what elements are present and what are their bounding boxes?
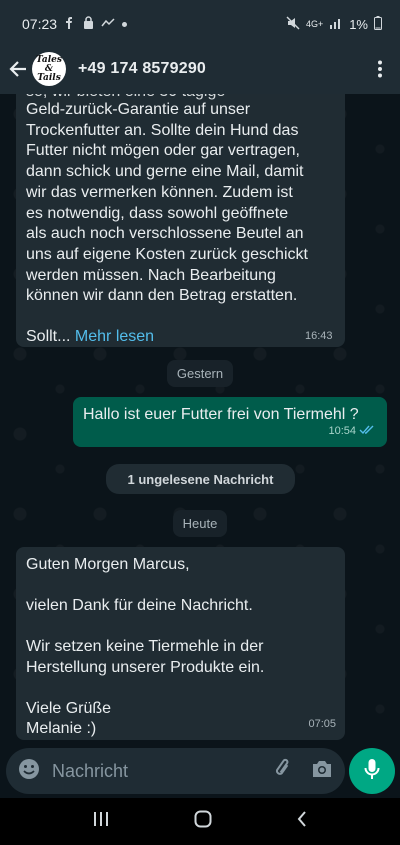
back-icon[interactable] bbox=[297, 811, 307, 832]
message-line: Wir setzen keine Tiermehle in der bbox=[26, 638, 264, 655]
message-time: 10:54 bbox=[328, 425, 356, 437]
battery-level: 1% bbox=[349, 16, 368, 32]
message-line: wir das vermerken können. Zudem ist bbox=[26, 183, 293, 201]
camera-icon[interactable] bbox=[311, 759, 333, 784]
message-line: Viele Grüße bbox=[26, 699, 112, 717]
message-time: 16:43 bbox=[305, 330, 333, 342]
read-receipt-icon bbox=[359, 421, 375, 441]
battery-icon bbox=[374, 15, 382, 33]
date-label: Heute bbox=[182, 516, 218, 531]
message-line: werden müssen. Nach Bearbeitung bbox=[26, 266, 276, 284]
voice-message-button[interactable] bbox=[349, 748, 395, 794]
message-text: Guten Morgen Marcus, vielen Dank für dei… bbox=[26, 555, 264, 740]
date-label: Gestern bbox=[176, 366, 224, 381]
message-text: Hallo ist euer Futter frei von Tiermehl … bbox=[83, 406, 359, 423]
message-input[interactable] bbox=[52, 760, 252, 782]
message-meta: 10:54 bbox=[328, 421, 375, 441]
message-line: Trockenfutter an. Sollte dein Hund das bbox=[26, 121, 299, 139]
message-line: Herstellung unserer Produkte ein. bbox=[26, 658, 265, 676]
status-bar: 07:23 4G+ 1% bbox=[0, 0, 400, 48]
date-divider-yesterday: Gestern bbox=[167, 360, 233, 387]
message-line: vielen Dank für deine Nachricht. bbox=[26, 597, 253, 614]
attach-icon[interactable] bbox=[273, 758, 293, 785]
avatar-logo: Tales & Tails bbox=[36, 54, 62, 83]
message-line: Melanie :) bbox=[26, 720, 97, 737]
emoji-icon[interactable] bbox=[18, 758, 40, 785]
chat-header: Tales & Tails +49 174 8579290 bbox=[0, 44, 400, 94]
message-line: dann schick und gerne eine Mail, damit bbox=[26, 163, 304, 181]
unread-messages-divider: 1 ungelesene Nachricht bbox=[106, 464, 295, 494]
home-icon[interactable] bbox=[194, 810, 212, 833]
recent-apps-icon[interactable] bbox=[93, 811, 109, 832]
message-line: Guten Morgen Marcus, bbox=[26, 556, 190, 573]
message-line: als auch noch verschlossene Beutel an bbox=[26, 225, 304, 243]
signal-icon bbox=[329, 17, 343, 32]
missed-call-icon bbox=[101, 17, 115, 31]
read-more-link[interactable]: Mehr lesen bbox=[75, 328, 154, 345]
dot-icon bbox=[122, 18, 128, 30]
message-line: Futter nicht mögen oder gar vertragen, bbox=[26, 142, 300, 160]
status-time: 07:23 bbox=[22, 16, 58, 32]
message-line: uns auf eigene Kosten zurück geschickt bbox=[26, 245, 308, 263]
message-input-bar bbox=[6, 748, 345, 794]
message-line: Geld-zurück-Garantie auf unser bbox=[26, 101, 251, 118]
first-message-lines: Geld-zurück-Garantie auf unser Trockenfu… bbox=[26, 100, 346, 348]
microphone-icon bbox=[364, 758, 380, 785]
system-navigation-bar bbox=[0, 798, 400, 845]
message-time: 07:05 bbox=[308, 718, 336, 730]
message-truncated: Sollt... Mehr lesen bbox=[26, 327, 346, 348]
chat-area[interactable]: so, wir bieten eine 30 tägige Geld-zurüc… bbox=[0, 94, 400, 744]
back-arrow-icon[interactable] bbox=[8, 54, 28, 84]
mute-icon bbox=[286, 16, 300, 33]
message-bubble-outgoing[interactable]: Hallo ist euer Futter frei von Tiermehl … bbox=[73, 397, 387, 447]
message-bubble-incoming[interactable]: Guten Morgen Marcus, vielen Dank für dei… bbox=[16, 547, 345, 740]
date-divider-today: Heute bbox=[173, 510, 227, 537]
message-line: können wir dann den Betrag erstatten. bbox=[26, 287, 298, 305]
contact-avatar[interactable]: Tales & Tails bbox=[32, 52, 66, 86]
contact-name[interactable]: +49 174 8579290 bbox=[78, 60, 206, 78]
unread-label: 1 ungelesene Nachricht bbox=[127, 471, 274, 487]
more-options-icon[interactable] bbox=[368, 54, 392, 84]
truncated-text: Sollt... bbox=[26, 328, 71, 346]
network-type: 4G+ bbox=[305, 19, 324, 29]
lock-icon bbox=[83, 16, 94, 32]
message-line: es notwendig, dass sowohl geöffnete bbox=[26, 204, 289, 222]
facebook-icon bbox=[64, 16, 76, 32]
